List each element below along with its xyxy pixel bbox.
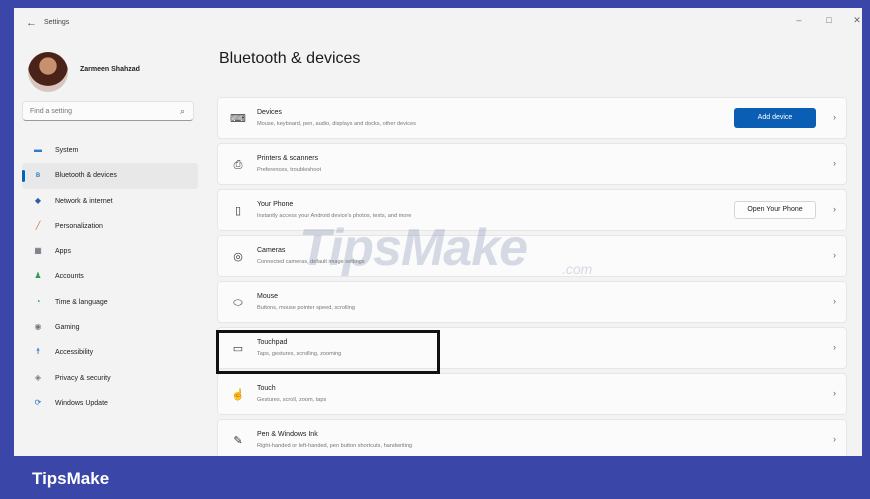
sidebar-item-bluetooth-devices[interactable]: ʙ Bluetooth & devices bbox=[22, 163, 198, 189]
maximize-icon[interactable]: □ bbox=[822, 15, 836, 25]
footer-brand: TipsMake bbox=[32, 469, 110, 488]
settings-card-touchpad[interactable]: ▭ Touchpad Taps, gestures, scrolling, zoom… bbox=[217, 327, 847, 369]
settings-window: ← Settings – □ ✕ Zarmeen Shahzad Find a … bbox=[14, 8, 862, 456]
chevron-right-icon: › bbox=[833, 112, 836, 122]
card-title: Touchpad bbox=[257, 339, 288, 346]
settings-card-mouse[interactable]: ⬭ Mouse Buttons, mouse pointer speed, scro… bbox=[217, 281, 847, 323]
search-icon: ⌕ bbox=[179, 106, 185, 116]
touch-icon: ☝ bbox=[231, 389, 245, 401]
add-device-button[interactable]: Add device bbox=[734, 108, 816, 128]
bluetooth-icon: ʙ bbox=[35, 170, 41, 180]
card-title: Printers & scanners bbox=[257, 155, 319, 162]
sidebar-item-label: Accessibility bbox=[55, 349, 94, 357]
chevron-right-icon: › bbox=[833, 296, 836, 306]
brush-icon: ╱ bbox=[35, 220, 41, 230]
chevron-right-icon: › bbox=[833, 388, 836, 398]
sidebar-item-label: Network & internet bbox=[55, 197, 113, 205]
profile-name: Zarmeen Shahzad bbox=[80, 66, 140, 73]
sidebar-item-privacy-security[interactable]: ◈ Privacy & security bbox=[22, 366, 198, 391]
avatar bbox=[28, 52, 68, 92]
settings-card-devices[interactable]: ⌨ Devices Mouse, keyboard, pen, audio, dis… bbox=[217, 97, 847, 139]
card-subtitle: Preferences, troubleshoot bbox=[257, 167, 322, 173]
sidebar-item-label: Privacy & security bbox=[55, 374, 111, 382]
close-icon[interactable]: ✕ bbox=[850, 15, 862, 26]
printer-icon: ⎙ bbox=[233, 159, 243, 171]
touchpad-icon: ▭ bbox=[232, 343, 244, 355]
devices-icon: ⌨ bbox=[230, 113, 246, 125]
sidebar-item-accessibility[interactable]: ☨ Accessibility bbox=[22, 340, 198, 365]
minimize-icon[interactable]: – bbox=[792, 15, 806, 25]
sidebar-item-label: Bluetooth & devices bbox=[55, 172, 117, 180]
watermark-logo: TipsMake bbox=[299, 219, 528, 277]
sidebar-item-label: Windows Update bbox=[55, 399, 108, 407]
sidebar-item-label: Time & language bbox=[55, 298, 108, 306]
card-subtitle: Right-handed or left-handed, pen button … bbox=[257, 443, 413, 449]
sidebar-item-label: Accounts bbox=[55, 273, 84, 281]
chevron-right-icon: › bbox=[833, 342, 836, 352]
page-title: Bluetooth & devices bbox=[219, 50, 361, 67]
phone-icon: ▯ bbox=[234, 205, 242, 217]
card-title: Mouse bbox=[257, 293, 279, 300]
settings-card-touch[interactable]: ☝ Touch Gestures, scroll, zoom, taps › bbox=[217, 373, 847, 415]
sidebar-item-label: Gaming bbox=[55, 324, 80, 332]
card-title: Devices bbox=[257, 109, 282, 116]
user-profile[interactable]: Zarmeen Shahzad bbox=[28, 52, 228, 92]
card-subtitle: Mouse, keyboard, pen, audio, displays an… bbox=[257, 121, 416, 127]
card-title: Cameras bbox=[257, 247, 286, 254]
card-title: Touch bbox=[257, 385, 276, 392]
sidebar-item-accounts[interactable]: ♟ Accounts bbox=[22, 264, 198, 289]
settings-card-printers-scanners[interactable]: ⎙ Printers & scanners Preferences, trouble… bbox=[217, 143, 847, 185]
accessibility-icon: ☨ bbox=[35, 347, 41, 357]
card-title: Your Phone bbox=[257, 201, 294, 208]
card-subtitle: Buttons, mouse pointer speed, scrolling bbox=[257, 305, 355, 311]
sidebar-item-gaming[interactable]: ◉ Gaming bbox=[22, 315, 198, 340]
app-title: Settings bbox=[44, 19, 70, 26]
globe-clock-icon: ◔ bbox=[35, 296, 41, 306]
sidebar-item-network-internet[interactable]: ◆ Network & internet bbox=[22, 189, 198, 214]
pen-icon: ✎ bbox=[233, 435, 243, 447]
search-placeholder: Find a setting bbox=[30, 108, 73, 115]
shield-icon: ◈ bbox=[34, 372, 42, 382]
sidebar-item-label: Apps bbox=[55, 248, 71, 256]
apps-icon: ▦ bbox=[34, 246, 42, 256]
person-icon: ♟ bbox=[34, 271, 42, 281]
sidebar-item-time-language[interactable]: ◔ Time & language bbox=[22, 290, 198, 315]
sidebar-item-label: Personalization bbox=[55, 222, 103, 230]
back-arrow-icon[interactable]: ← bbox=[26, 17, 37, 29]
chevron-right-icon: › bbox=[833, 204, 836, 214]
sidebar-item-apps[interactable]: ▦ Apps bbox=[22, 239, 198, 264]
sidebar-item-system[interactable]: ▬ System bbox=[22, 138, 198, 163]
title-bar: ← Settings – □ ✕ bbox=[14, 8, 862, 38]
wifi-icon: ◆ bbox=[34, 195, 42, 205]
card-subtitle: Taps, gestures, scrolling, zooming bbox=[257, 351, 342, 357]
chevron-right-icon: › bbox=[833, 250, 836, 260]
open-your-phone-button[interactable]: Open Your Phone bbox=[734, 201, 816, 219]
mouse-icon: ⬭ bbox=[233, 297, 243, 309]
chevron-right-icon: › bbox=[833, 158, 836, 168]
sidebar-item-label: System bbox=[55, 147, 79, 154]
chevron-right-icon: › bbox=[833, 434, 836, 444]
search-input[interactable]: Find a setting ⌕ bbox=[22, 101, 194, 121]
sidebar-nav: ▬ System ʙ Bluetooth & devices ◆ Network & in… bbox=[22, 138, 198, 416]
settings-card-pen-windows-ink[interactable]: ✎ Pen & Windows Ink Right-handed or left-h… bbox=[217, 419, 847, 456]
camera-icon: ◎ bbox=[233, 251, 243, 263]
sidebar-item-windows-update[interactable]: ⟳ Windows Update bbox=[22, 391, 198, 416]
update-icon: ⟳ bbox=[34, 397, 42, 407]
card-subtitle: Gestures, scroll, zoom, taps bbox=[257, 397, 327, 403]
controller-icon: ◉ bbox=[34, 322, 42, 332]
monitor-icon: ▬ bbox=[34, 145, 42, 154]
card-title: Pen & Windows Ink bbox=[257, 431, 318, 438]
sidebar-item-personalization[interactable]: ╱ Personalization bbox=[22, 214, 198, 239]
watermark-domain: .com bbox=[562, 261, 593, 277]
